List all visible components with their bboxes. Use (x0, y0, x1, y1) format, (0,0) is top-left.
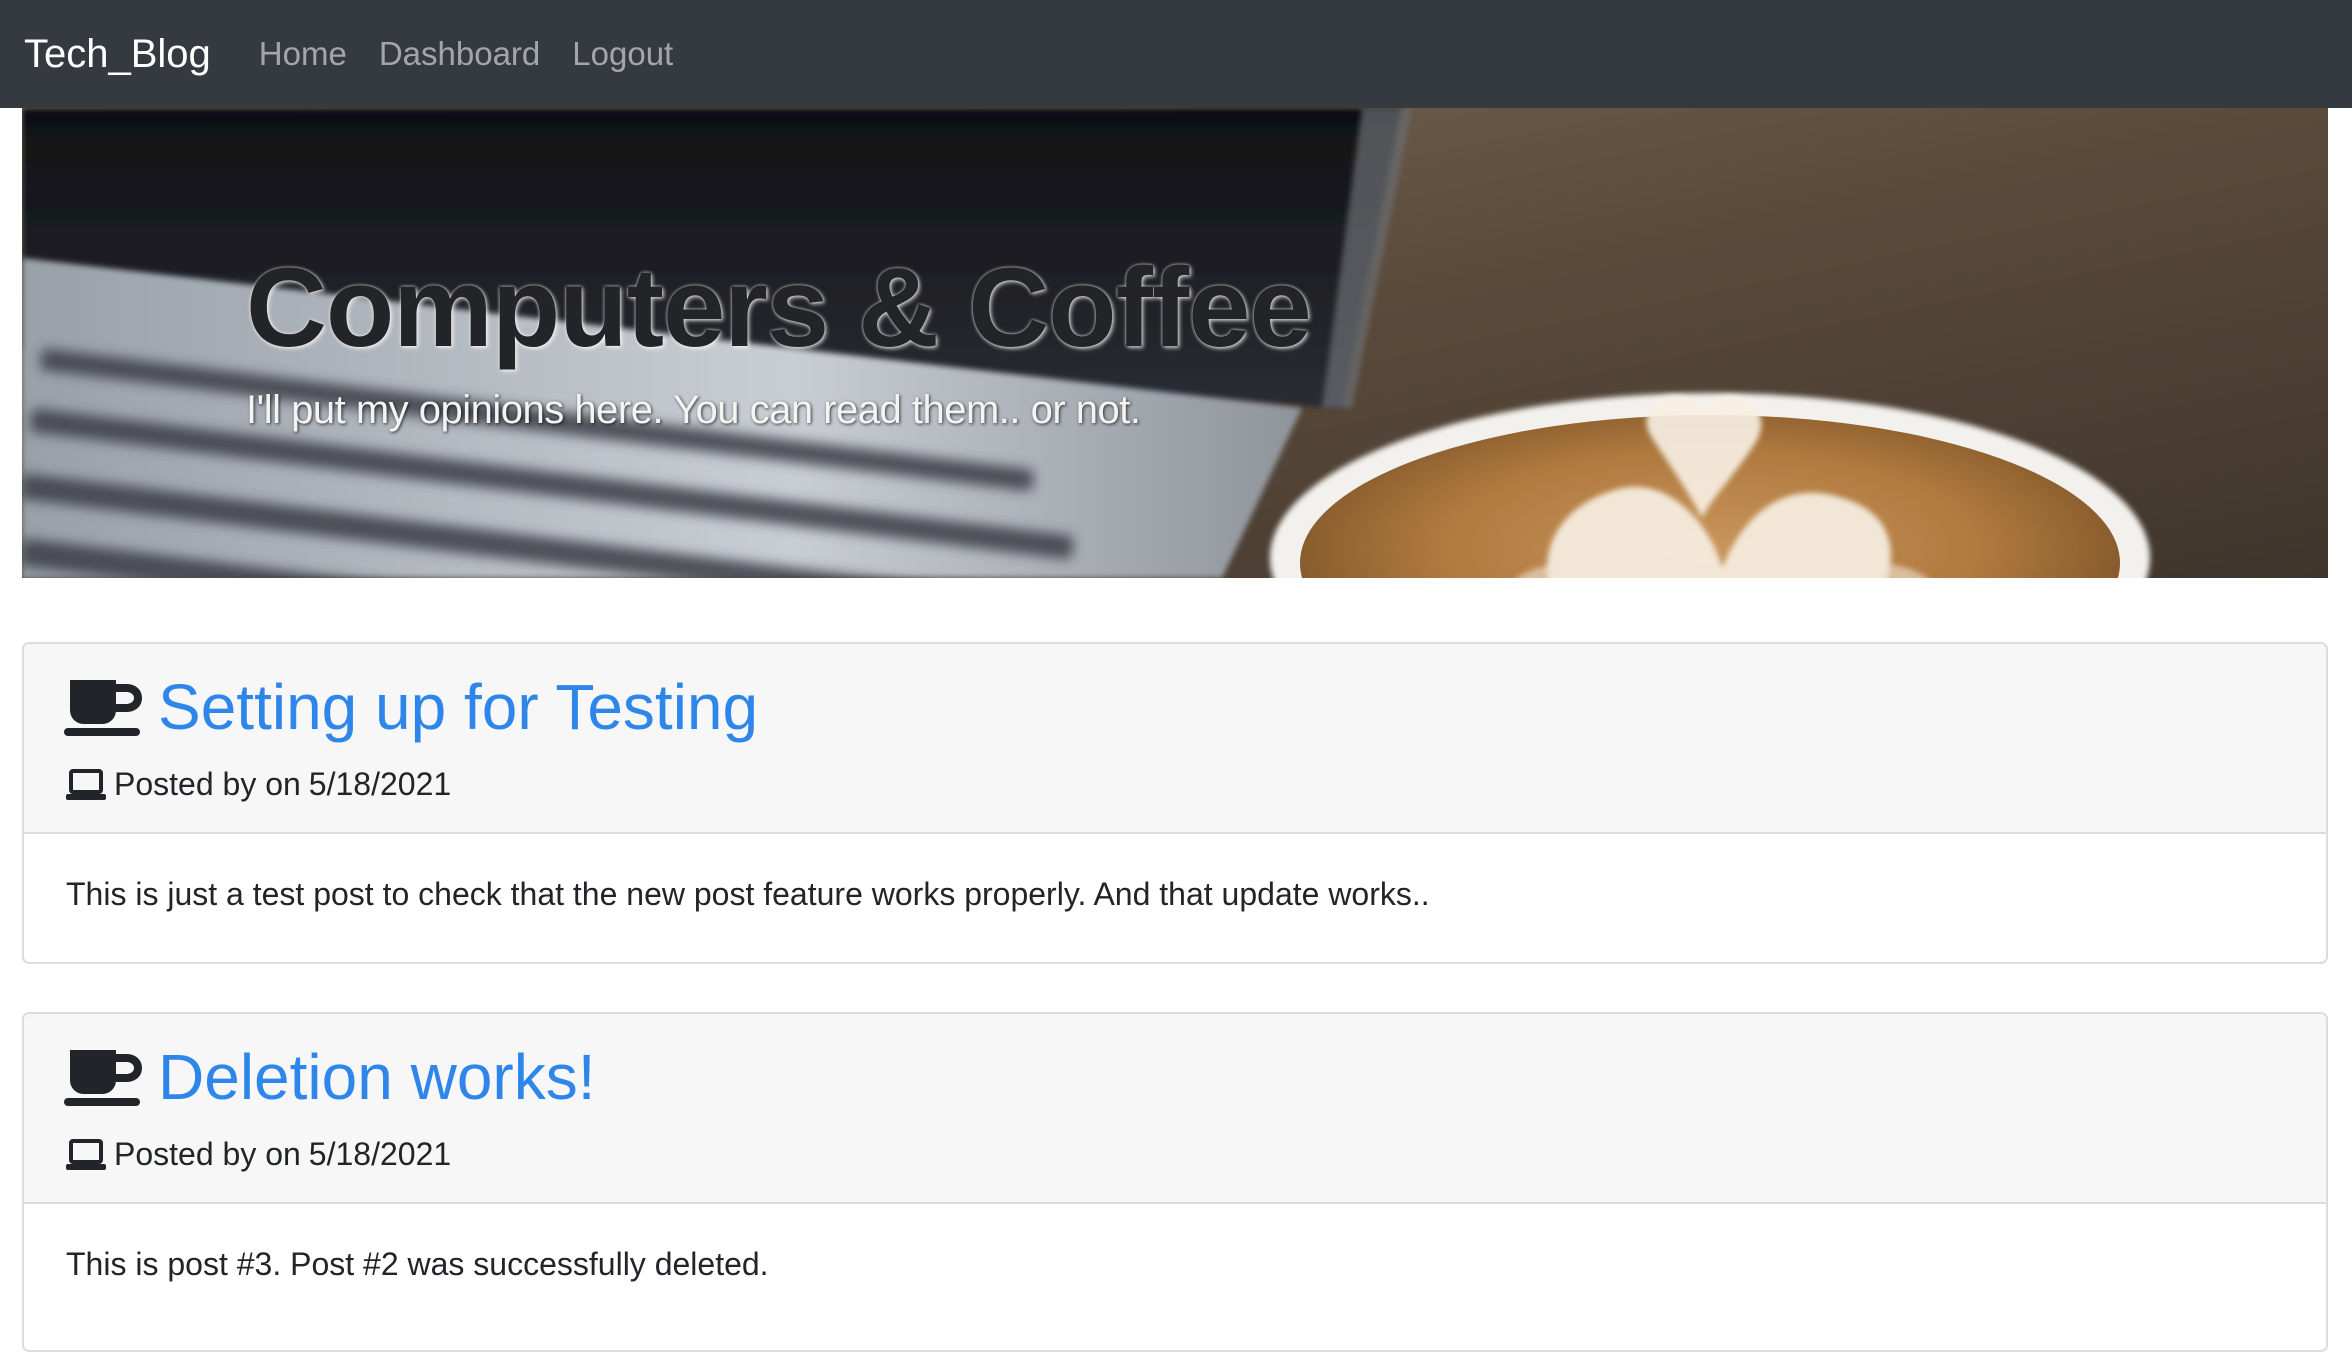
post-card-header: Deletion works! Posted by on 5/18/2021 (24, 1014, 2326, 1204)
top-navbar: Tech_Blog Home Dashboard Logout (0, 0, 2352, 108)
nav-home-link[interactable]: Home (259, 35, 347, 73)
post-title-link[interactable]: Deletion works! (158, 1040, 596, 1114)
post-author-label: Posted by on (114, 1136, 301, 1172)
coffee-cup-icon (64, 680, 142, 736)
nav-dashboard-link[interactable]: Dashboard (379, 35, 540, 73)
brand-link[interactable]: Tech_Blog (24, 32, 211, 77)
nav-logout-link[interactable]: Logout (572, 35, 673, 73)
post-title-row: Setting up for Testing (64, 670, 758, 744)
post-card: Setting up for Testing Posted by on 5/18… (22, 642, 2328, 964)
post-author-label: Posted by on (114, 766, 301, 802)
post-meta: Posted by on 5/18/2021 (66, 766, 451, 803)
hero-subtitle: I'll put my opinions here. You can read … (246, 388, 1141, 432)
post-date: 5/18/2021 (308, 766, 452, 802)
hero-banner: Computers & Coffee I'll put my opinions … (22, 108, 2328, 578)
post-title-link[interactable]: Setting up for Testing (158, 670, 758, 744)
laptop-icon (66, 1138, 106, 1170)
nav-links: Home Dashboard Logout (243, 35, 689, 73)
post-title-row: Deletion works! (64, 1040, 596, 1114)
laptop-icon (66, 768, 106, 800)
post-card-header: Setting up for Testing Posted by on 5/18… (24, 644, 2326, 834)
post-body: This is just a test post to check that t… (66, 876, 1430, 912)
post-body: This is post #3. Post #2 was successfull… (66, 1246, 769, 1282)
hero-title: Computers & Coffee (246, 245, 1312, 370)
post-meta: Posted by on 5/18/2021 (66, 1136, 451, 1173)
coffee-cup-icon (64, 1050, 142, 1106)
post-card: Deletion works! Posted by on 5/18/2021 T… (22, 1012, 2328, 1352)
post-date: 5/18/2021 (308, 1136, 452, 1172)
